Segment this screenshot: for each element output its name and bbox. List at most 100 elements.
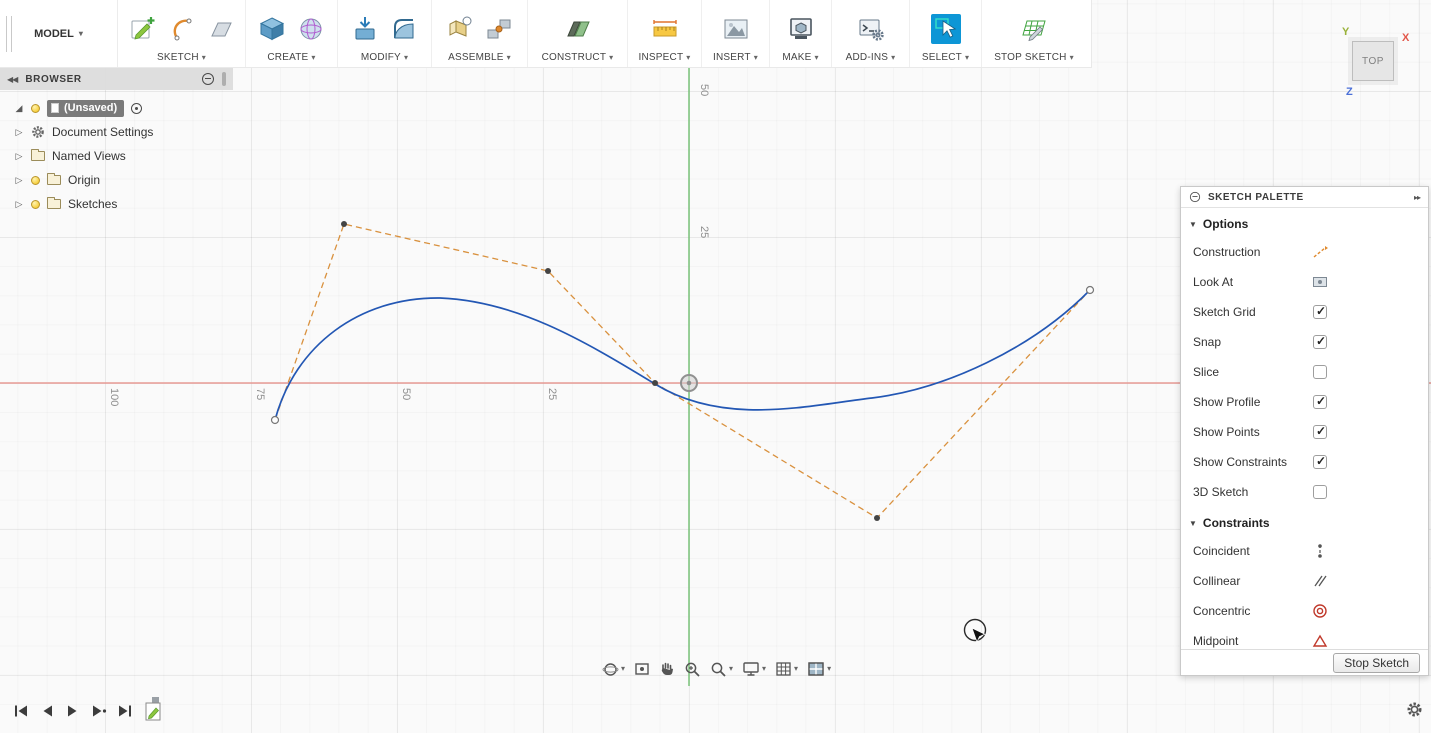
palette-row-collinear[interactable]: Collinear xyxy=(1181,566,1428,596)
fillet-button[interactable] xyxy=(389,14,419,44)
show-constraints-checkbox[interactable]: ✓ xyxy=(1313,455,1327,469)
palette-row-snap[interactable]: Snap ✓ xyxy=(1181,327,1428,357)
palette-row-3d-sketch[interactable]: 3D Sketch ✓ xyxy=(1181,477,1428,507)
toolbar-group-label[interactable]: INSPECT▾ xyxy=(639,52,691,64)
play-button[interactable] xyxy=(64,702,82,720)
expand-collapse-icon[interactable]: ▷ xyxy=(14,127,24,138)
palette-row-midpoint[interactable]: Midpoint xyxy=(1181,626,1428,649)
stop-sketch-button[interactable]: Stop Sketch xyxy=(1333,653,1420,673)
view-cube[interactable]: Y X Z TOP xyxy=(1334,24,1420,102)
measure-button[interactable] xyxy=(650,14,680,44)
tree-row-document-settings[interactable]: ▷ Document Settings xyxy=(0,120,233,144)
toolbar-group-label[interactable]: CREATE▾ xyxy=(267,52,315,64)
step-back-button[interactable] xyxy=(38,702,56,720)
collapse-panel-icon[interactable]: ◀◀ xyxy=(7,75,17,84)
sketch-curve-button[interactable] xyxy=(167,14,197,44)
visibility-bulb-icon[interactable] xyxy=(31,176,40,185)
constraints-section-header[interactable]: ▼ Constraints xyxy=(1181,507,1428,536)
toolbar-group-label[interactable]: ADD-INS▾ xyxy=(846,52,896,64)
spline-control-point[interactable] xyxy=(341,221,347,227)
tree-row-sketches[interactable]: ▷ Sketches xyxy=(0,192,233,216)
spline-control-point[interactable] xyxy=(874,515,880,521)
create-sketch-button[interactable] xyxy=(128,14,158,44)
spline-control-point[interactable] xyxy=(652,380,658,386)
expand-collapse-icon[interactable]: ◢ xyxy=(14,103,24,114)
make-button[interactable] xyxy=(786,14,816,44)
tree-row-root[interactable]: ◢ (Unsaved) xyxy=(0,96,233,120)
construction-plane-button[interactable] xyxy=(563,14,593,44)
stop-sketch-button-icon[interactable] xyxy=(1019,14,1049,44)
toolbar-group-label[interactable]: SKETCH▾ xyxy=(157,52,206,64)
zoom-window-button[interactable] xyxy=(684,661,701,678)
expand-collapse-icon[interactable]: ▷ xyxy=(14,199,24,210)
step-forward-button[interactable] xyxy=(90,702,108,720)
spline-control-point[interactable] xyxy=(545,268,551,274)
expand-panel-icon[interactable]: ▸▸ xyxy=(1414,193,1420,202)
visibility-bulb-icon[interactable] xyxy=(31,200,40,209)
tree-row-origin[interactable]: ▷ Origin xyxy=(0,168,233,192)
panel-drag-handle[interactable] xyxy=(222,72,226,86)
spline-curve[interactable] xyxy=(275,290,1090,420)
options-section-header[interactable]: ▼ Options xyxy=(1181,208,1428,237)
orbit-button[interactable]: ▾ xyxy=(602,661,625,678)
display-settings-button[interactable]: ▾ xyxy=(742,661,766,677)
origin-marker[interactable] xyxy=(681,375,697,391)
press-pull-button[interactable] xyxy=(350,14,380,44)
addins-button[interactable] xyxy=(856,14,886,44)
look-at-button[interactable] xyxy=(634,661,650,677)
minimize-panel-icon[interactable] xyxy=(1190,192,1200,202)
viewports-button[interactable]: ▾ xyxy=(807,661,831,677)
coincident-icon[interactable] xyxy=(1313,543,1327,559)
toolbar-group-label[interactable]: INSERT▾ xyxy=(713,52,758,64)
pan-button[interactable] xyxy=(659,661,675,677)
sketch-plane-button[interactable] xyxy=(206,14,236,44)
palette-row-concentric[interactable]: Concentric xyxy=(1181,596,1428,626)
tree-row-named-views[interactable]: ▷ Named Views xyxy=(0,144,233,168)
palette-row-slice[interactable]: Slice ✓ xyxy=(1181,357,1428,387)
expand-collapse-icon[interactable]: ▷ xyxy=(14,151,24,162)
insert-image-button[interactable] xyxy=(721,14,751,44)
toolbar-group-label[interactable]: MODIFY▾ xyxy=(361,52,408,64)
jump-to-start-button[interactable] xyxy=(12,702,30,720)
spline-endpoint[interactable] xyxy=(1087,287,1094,294)
toolbar-group-label[interactable]: MAKE▾ xyxy=(782,52,818,64)
activate-component-radio[interactable] xyxy=(131,103,142,114)
show-points-checkbox[interactable]: ✓ xyxy=(1313,425,1327,439)
concentric-icon[interactable] xyxy=(1312,603,1328,619)
construction-icon[interactable] xyxy=(1312,245,1328,259)
toolbar-group-label[interactable]: STOP SKETCH▾ xyxy=(994,52,1074,64)
toolbar-group-label[interactable]: ASSEMBLE▾ xyxy=(448,52,511,64)
select-button[interactable] xyxy=(931,14,961,44)
grid-snaps-button[interactable]: ▾ xyxy=(775,661,798,677)
collinear-icon[interactable] xyxy=(1313,573,1327,589)
timeline-sketch-marker[interactable] xyxy=(143,697,165,728)
toolbar-grip[interactable] xyxy=(6,16,12,52)
toolbar-group-label[interactable]: CONSTRUCT▾ xyxy=(542,52,614,64)
palette-row-show-profile[interactable]: Show Profile ✓ xyxy=(1181,387,1428,417)
midpoint-icon[interactable] xyxy=(1312,634,1328,648)
show-profile-checkbox[interactable]: ✓ xyxy=(1313,395,1327,409)
snap-checkbox[interactable]: ✓ xyxy=(1313,335,1327,349)
palette-row-coincident[interactable]: Coincident xyxy=(1181,536,1428,566)
visibility-bulb-icon[interactable] xyxy=(31,104,40,113)
zoom-button[interactable]: ▾ xyxy=(710,661,733,678)
jump-to-end-button[interactable] xyxy=(116,702,134,720)
expand-collapse-icon[interactable]: ▷ xyxy=(14,175,24,186)
sketch-grid-checkbox[interactable]: ✓ xyxy=(1313,305,1327,319)
create-box-button[interactable] xyxy=(257,14,287,44)
new-component-button[interactable] xyxy=(445,14,475,44)
palette-row-look-at[interactable]: Look At xyxy=(1181,267,1428,297)
toolbar-group-label[interactable]: SELECT▾ xyxy=(922,52,969,64)
palette-row-show-points[interactable]: Show Points ✓ xyxy=(1181,417,1428,447)
palette-row-show-constraints[interactable]: Show Constraints ✓ xyxy=(1181,447,1428,477)
document-root-item[interactable]: (Unsaved) xyxy=(47,100,124,117)
spline-endpoint[interactable] xyxy=(272,417,279,424)
timeline-settings-button[interactable] xyxy=(1406,701,1423,723)
viewcube-top-face[interactable]: TOP xyxy=(1352,41,1394,81)
slice-checkbox[interactable]: ✓ xyxy=(1313,365,1327,379)
palette-row-sketch-grid[interactable]: Sketch Grid ✓ xyxy=(1181,297,1428,327)
create-sphere-button[interactable] xyxy=(296,14,326,44)
look-at-icon[interactable] xyxy=(1312,275,1328,289)
joint-button[interactable] xyxy=(484,14,514,44)
palette-row-construction[interactable]: Construction xyxy=(1181,237,1428,267)
